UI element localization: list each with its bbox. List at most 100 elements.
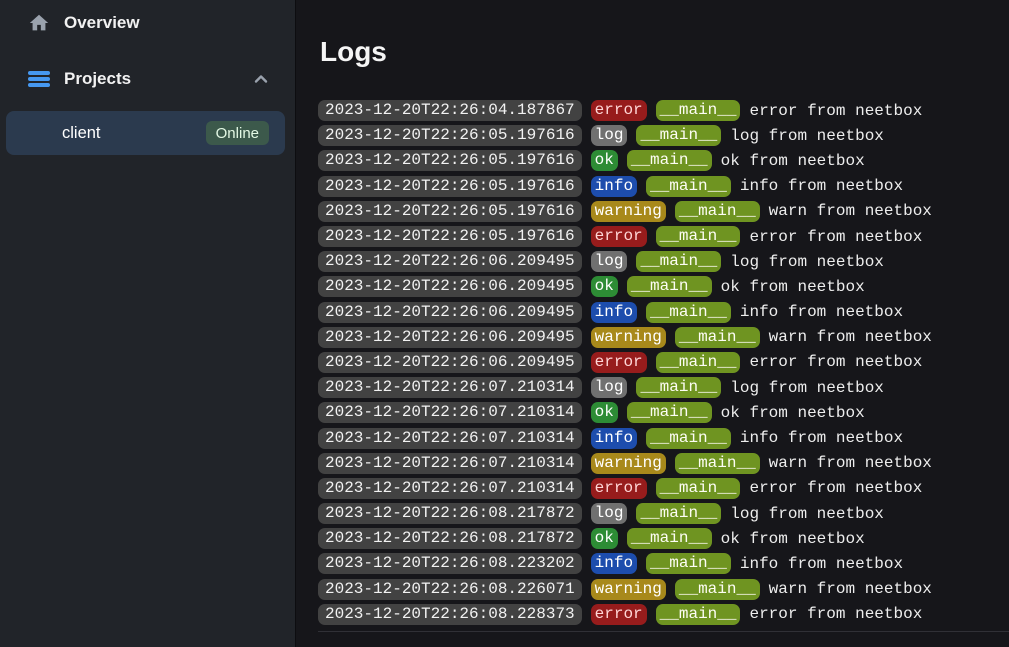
log-row: 2023-12-20T22:26:06.209495 ok __main__ ok f… (318, 274, 1009, 299)
log-level-badge: info (591, 176, 637, 197)
log-message: error from neetbox (749, 479, 922, 497)
log-level-badge: info (591, 553, 637, 574)
log-row: 2023-12-20T22:26:08.217872ok__main__ok f… (318, 526, 1009, 551)
log-series-badge: __main__ (627, 402, 712, 423)
log-series-badge: __main__ (636, 251, 721, 272)
log-timestamp: 2023-12-20T22:26:07.210314 (318, 428, 582, 449)
log-timestamp: 2023-12-20T22:26:05.197616 (318, 125, 582, 146)
main-panel: Logs 2023-12-20T22:26:04.187867 error __ma… (296, 0, 1009, 647)
log-series-badge: __main__ (675, 579, 760, 600)
log-timestamp: 2023-12-20T22:26:05.197616 (318, 150, 582, 171)
log-message: log from neetbox (730, 505, 884, 523)
log-timestamp: 2023-12-20T22:26:06.209495 (318, 276, 582, 297)
log-level-badge: error (591, 352, 647, 373)
log-message: error from neetbox (749, 102, 922, 120)
log-row: 2023-12-20T22:26:08.226071 warning __main_… (318, 577, 1009, 602)
log-row: 2023-12-20T22:26:08.228373error__main__e… (318, 602, 1009, 627)
sidebar-item-client[interactable]: client Online (6, 111, 285, 155)
log-message: log from neetbox (730, 253, 884, 271)
log-timestamp: 2023-12-20T22:26:05.197616 (318, 176, 582, 197)
log-message: log from neetbox (730, 127, 884, 145)
log-level-badge: warning (591, 579, 666, 600)
log-level-badge: info (591, 302, 637, 323)
log-series-badge: __main__ (656, 352, 741, 373)
log-series-badge: __main__ (675, 327, 760, 348)
page-title: Logs (320, 34, 1009, 70)
log-timestamp: 2023-12-20T22:26:08.228373 (318, 604, 582, 625)
log-series-badge: __main__ (627, 276, 712, 297)
log-message: warn from neetbox (769, 580, 932, 598)
log-timestamp: 2023-12-20T22:26:07.210314 (318, 402, 582, 423)
log-level-badge: warning (591, 201, 666, 222)
log-timestamp: 2023-12-20T22:26:08.226071 (318, 579, 582, 600)
log-message: ok from neetbox (721, 404, 865, 422)
log-series-badge: __main__ (646, 176, 731, 197)
divider (318, 631, 1009, 632)
log-row: 2023-12-20T22:26:06.209495info__main__in… (318, 300, 1009, 325)
sidebar-item-label: Projects (64, 69, 131, 89)
log-series-badge: __main__ (675, 453, 760, 474)
log-level-badge: error (591, 100, 647, 121)
sidebar-item-overview[interactable]: Overview (0, 6, 295, 40)
log-row: 2023-12-20T22:26:07.210314 warning __main_… (318, 451, 1009, 476)
log-series-badge: __main__ (636, 503, 721, 524)
log-timestamp: 2023-12-20T22:26:05.197616 (318, 201, 582, 222)
log-row: 2023-12-20T22:26:06.209495log__main__log… (318, 249, 1009, 274)
log-row: 2023-12-20T22:26:04.187867 error __main__ e… (318, 98, 1009, 123)
log-message: warn from neetbox (769, 454, 932, 472)
log-row: 2023-12-20T22:26:05.197616ok__main__ok f… (318, 148, 1009, 173)
log-message: warn from neetbox (769, 202, 932, 220)
log-level-badge: info (591, 428, 637, 449)
log-series-badge: __main__ (646, 553, 731, 574)
chevron-up-icon[interactable] (253, 72, 269, 86)
project-name: client (62, 124, 101, 143)
home-icon (27, 12, 51, 34)
log-row: 2023-12-20T22:26:05.197616log__main__log… (318, 123, 1009, 148)
log-row: 2023-12-20T22:26:07.210314 error __main__ e… (318, 476, 1009, 501)
log-level-badge: error (591, 478, 647, 499)
log-message: error from neetbox (749, 228, 922, 246)
sidebar: Overview Projects client Online (0, 0, 296, 647)
log-message: ok from neetbox (721, 530, 865, 548)
log-timestamp: 2023-12-20T22:26:06.209495 (318, 352, 582, 373)
log-message: ok from neetbox (721, 278, 865, 296)
menu-icon (27, 71, 51, 88)
log-row: 2023-12-20T22:26:07.210314log__main__log… (318, 375, 1009, 400)
log-series-badge: __main__ (656, 604, 741, 625)
log-series-badge: __main__ (636, 125, 721, 146)
log-list[interactable]: 2023-12-20T22:26:04.187867error__main__e… (318, 98, 1009, 627)
log-level-badge: ok (591, 150, 618, 171)
log-message: info from neetbox (740, 177, 903, 195)
log-level-badge: error (591, 604, 647, 625)
log-timestamp: 2023-12-20T22:26:04.187867 (318, 100, 582, 121)
log-timestamp: 2023-12-20T22:26:08.223202 (318, 553, 582, 574)
log-row: 2023-12-20T22:26:05.197616 error __main__ e… (318, 224, 1009, 249)
log-row: 2023-12-20T22:26:07.210314 info __main__ in… (318, 425, 1009, 450)
log-level-badge: ok (591, 276, 618, 297)
log-timestamp: 2023-12-20T22:26:08.217872 (318, 528, 582, 549)
app-window: Overview Projects client Online Logs 202… (0, 0, 1009, 647)
log-timestamp: 2023-12-20T22:26:06.209495 (318, 302, 582, 323)
log-series-badge: __main__ (656, 226, 741, 247)
log-level-badge: log (591, 377, 628, 398)
log-timestamp: 2023-12-20T22:26:07.210314 (318, 478, 582, 499)
log-series-badge: __main__ (656, 478, 741, 499)
log-message: info from neetbox (740, 555, 903, 573)
log-level-badge: log (591, 503, 628, 524)
log-message: info from neetbox (740, 303, 903, 321)
log-timestamp: 2023-12-20T22:26:07.210314 (318, 453, 582, 474)
log-message: log from neetbox (730, 379, 884, 397)
status-badge: Online (206, 121, 269, 145)
log-row: 2023-12-20T22:26:06.209495error__main__e… (318, 350, 1009, 375)
log-series-badge: __main__ (656, 100, 741, 121)
log-message: info from neetbox (740, 429, 903, 447)
log-row: 2023-12-20T22:26:05.197616warning__main_… (318, 199, 1009, 224)
log-level-badge: warning (591, 453, 666, 474)
sidebar-item-label: Overview (64, 13, 140, 33)
log-series-badge: __main__ (646, 428, 731, 449)
sidebar-item-projects[interactable]: Projects (0, 62, 295, 96)
log-series-badge: __main__ (627, 528, 712, 549)
log-timestamp: 2023-12-20T22:26:05.197616 (318, 226, 582, 247)
log-level-badge: error (591, 226, 647, 247)
log-timestamp: 2023-12-20T22:26:07.210314 (318, 377, 582, 398)
